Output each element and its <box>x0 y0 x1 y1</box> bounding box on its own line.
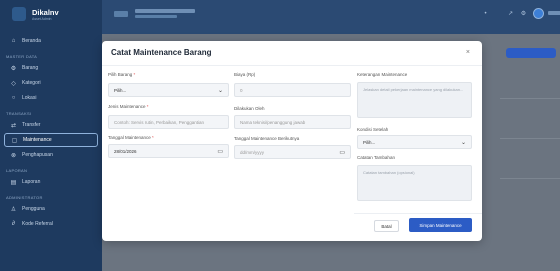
biaya-label: Biaya (Rp) <box>234 72 256 77</box>
pilih-barang-select[interactable]: Pilih... ⌄ <box>108 83 229 97</box>
pilih-barang-value: Pilih... <box>114 87 127 93</box>
pilih-barang-label: Pilih Barang * <box>108 72 136 77</box>
transfer-icon: ⇄ <box>10 122 17 129</box>
chevron-down-icon: ⌄ <box>217 88 223 94</box>
background-table-row <box>500 98 560 99</box>
sidebar-item-label: Penghapusan <box>22 152 53 158</box>
bell-icon[interactable]: • <box>482 11 489 18</box>
sidebar-item-laporan[interactable]: ▤ Laporan <box>4 175 98 189</box>
chevron-down-icon: ⌄ <box>460 140 466 146</box>
wrench-icon: ▢ <box>11 137 18 144</box>
sidebar-item-kode-referral[interactable]: ∂ Kode Referral <box>4 217 98 231</box>
sidebar-item-kategori[interactable]: ◇ Kategori <box>4 76 98 90</box>
tanggal-berikutnya-label: Tanggal Maintenance Berikutnya <box>234 136 300 141</box>
topbar-title-placeholder <box>135 9 195 13</box>
keterangan-label: Keterangan Maintenance <box>357 72 408 77</box>
biaya-placeholder: 0 <box>240 87 243 93</box>
background-table-row <box>500 178 560 179</box>
jenis-maintenance-placeholder: Contoh: Servis rutin, Perbaikan, Penggan… <box>114 119 205 125</box>
sidebar-item-label: Beranda <box>22 38 41 44</box>
sidebar-item-label: Pengguna <box>22 206 45 212</box>
save-maintenance-button[interactable]: Simpan Maintenance <box>409 218 472 232</box>
sidebar-item-lokasi[interactable]: ○ Lokasi <box>4 91 98 105</box>
sidebar-item-barang[interactable]: ⚙ Barang <box>4 61 98 75</box>
maintenance-modal: Catat Maintenance Barang × Pilih Barang … <box>102 41 482 241</box>
catatan-tambahan-placeholder: Catatan tambahan (opsional) <box>363 170 415 175</box>
keterangan-textarea[interactable]: Jelaskan detail pekerjaan maintenance ya… <box>357 82 472 118</box>
report-icon: ▤ <box>10 179 17 186</box>
brand-name: Dikalnv <box>32 7 59 17</box>
modal-title: Catat Maintenance Barang <box>111 48 212 57</box>
sidebar-item-penghapusan[interactable]: ⊗ Penghapusan <box>4 148 98 162</box>
brand-subtitle: Asset Admin <box>32 16 52 21</box>
close-icon[interactable]: × <box>466 49 470 56</box>
tag-icon: ◇ <box>11 80 16 87</box>
sidebar-item-label: Kode Referral <box>22 221 53 227</box>
sidebar-item-transfer[interactable]: ⇄ Transfer <box>4 118 98 132</box>
background-add-button <box>506 48 556 58</box>
required-marker: * <box>133 72 136 77</box>
topbar-subtitle-placeholder <box>135 15 177 18</box>
sidebar-item-beranda[interactable]: ⌂ Beranda <box>4 34 98 48</box>
required-marker: * <box>152 135 154 140</box>
biaya-input[interactable]: 0 <box>234 83 351 97</box>
nav-section-laporan: LAPORAN <box>6 168 28 173</box>
cancel-button[interactable]: Batal <box>374 220 399 232</box>
gear-icon: ⚙ <box>10 65 17 72</box>
sidebar-item-label: Kategori <box>22 80 41 86</box>
jenis-maintenance-label: Jenis Maintenance * <box>108 104 149 109</box>
sidebar-item-label: Lokasi <box>22 95 37 101</box>
kondisi-setelah-label: Kondisi Setelah <box>357 127 389 132</box>
avatar[interactable] <box>533 8 544 19</box>
jenis-maintenance-input[interactable]: Contoh: Servis rutin, Perbaikan, Penggan… <box>108 115 229 129</box>
sidebar-item-label: Maintenance <box>23 137 52 143</box>
users-icon: ♙ <box>10 206 17 213</box>
sidebar-item-pengguna[interactable]: ♙ Pengguna <box>4 202 98 216</box>
catatan-tambahan-label: Catatan Tambahan <box>357 155 395 160</box>
kondisi-setelah-select[interactable]: Pilih... ⌄ <box>357 135 472 149</box>
topbar: • ↗ ⚙ <box>102 0 560 34</box>
kondisi-setelah-value: Pilih... <box>363 139 376 145</box>
brand-logo <box>12 7 26 21</box>
background-table-row <box>500 138 560 139</box>
topbar-thumbnail <box>114 11 128 17</box>
dilakukan-oleh-placeholder: Nama teknisi/penanggung jawab <box>240 119 306 125</box>
sidebar-item-label: Barang <box>22 65 39 71</box>
modal-divider <box>102 65 482 66</box>
sidebar: Dikalnv Asset Admin ⌂ Beranda MASTER DAT… <box>0 0 102 271</box>
required-marker: * <box>146 104 149 109</box>
tanggal-maintenance-label: Tanggal Maintenance * <box>108 135 154 140</box>
sidebar-item-label: Laporan <box>22 179 41 185</box>
keterangan-placeholder: Jelaskan detail pekerjaan maintenance ya… <box>363 87 464 92</box>
nav-section-transaksi: TRANSAKSI <box>6 111 32 116</box>
sidebar-item-maintenance[interactable]: ▢ Maintenance <box>4 133 98 147</box>
user-name-placeholder <box>548 11 560 15</box>
dilakukan-oleh-label: Dilakukan Oleh <box>234 106 265 111</box>
calendar-icon[interactable]: ▭ <box>339 149 345 156</box>
link-icon: ∂ <box>12 221 15 227</box>
tanggal-maintenance-input[interactable]: 28/01/2026 ▭ <box>108 144 229 158</box>
brand[interactable]: Dikalnv Asset Admin <box>0 0 102 28</box>
tanggal-maintenance-value: 28/01/2026 <box>114 148 137 154</box>
nav-section-master-data: MASTER DATA <box>6 54 38 59</box>
settings-icon[interactable]: ⚙ <box>520 11 527 18</box>
calendar-icon[interactable]: ▭ <box>217 148 223 155</box>
home-icon: ⌂ <box>11 38 16 44</box>
chart-icon[interactable]: ↗ <box>507 11 514 18</box>
nav-section-administrator: ADMINISTRATOR <box>6 195 43 200</box>
tanggal-berikutnya-placeholder: dd/mm/yyyy <box>240 149 265 155</box>
tanggal-berikutnya-input[interactable]: dd/mm/yyyy ▭ <box>234 145 351 159</box>
location-icon: ○ <box>11 95 16 101</box>
sidebar-item-label: Transfer <box>22 122 41 128</box>
catatan-tambahan-textarea[interactable]: Catatan tambahan (opsional) <box>357 165 472 201</box>
dilakukan-oleh-input[interactable]: Nama teknisi/penanggung jawab <box>234 115 351 129</box>
modal-footer-divider <box>354 213 482 214</box>
delete-icon: ⊗ <box>10 152 17 159</box>
